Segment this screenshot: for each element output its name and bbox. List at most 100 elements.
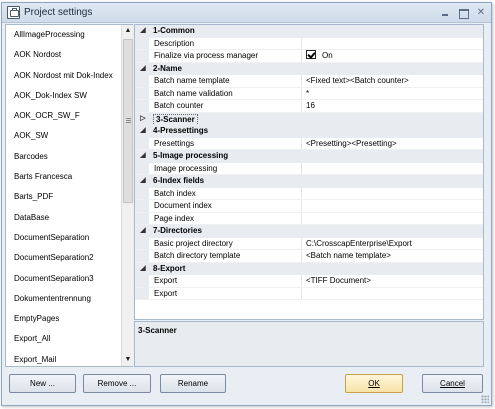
list-item[interactable]: Export_All — [6, 329, 121, 349]
list-item[interactable]: AllImageProcessing — [6, 25, 121, 45]
collapse-arrow-icon[interactable]: ◢ — [138, 25, 148, 38]
category-row[interactable]: ◢ 2-Name — [135, 62, 483, 76]
list-item[interactable]: AOK_SW — [6, 126, 121, 146]
remove-button[interactable]: Remove ... — [83, 374, 151, 393]
property-row[interactable]: Batch index — [135, 187, 483, 200]
title-bar: Project settings ✕ — [2, 3, 491, 23]
cancel-button[interactable]: Cancel — [422, 374, 483, 393]
collapse-arrow-icon[interactable]: ◢ — [138, 150, 148, 163]
scrollbar-thumb[interactable] — [123, 39, 133, 203]
list-item[interactable]: AOK_OCR_SW_F — [6, 106, 121, 126]
collapse-arrow-icon[interactable]: ◢ — [138, 63, 148, 76]
minimize-icon[interactable] — [439, 8, 451, 18]
description-title: 3-Scanner — [138, 326, 177, 335]
list-item[interactable]: DocumentSeparation — [6, 228, 121, 248]
property-name: Page index — [152, 212, 302, 224]
description-panel: 3-Scanner — [134, 321, 484, 367]
property-row[interactable]: Batch counter 16 — [135, 100, 483, 113]
list-item[interactable]: AOK Nordost mit Dok-Index — [6, 66, 121, 86]
collapse-arrow-icon[interactable]: ◢ — [138, 125, 148, 138]
list-item[interactable]: AOK Nordost — [6, 45, 121, 65]
scroll-up-arrow-icon[interactable]: ▲ — [124, 27, 132, 35]
scroll-down-arrow-icon[interactable]: ▼ — [124, 356, 132, 364]
property-row[interactable]: Page index — [135, 212, 483, 225]
property-name: Export — [152, 275, 302, 287]
row-gutter — [135, 137, 149, 149]
property-value[interactable]: C:\CrosscapEnterprise\Export — [304, 238, 412, 251]
row-gutter — [135, 200, 149, 212]
list-item[interactable]: Export_Mail — [6, 350, 121, 366]
property-row[interactable]: Export <TIFF Document> — [135, 275, 483, 288]
collapse-arrow-icon[interactable]: ◢ — [138, 263, 148, 276]
property-row[interactable]: Image processing — [135, 162, 483, 175]
property-name: Finalize via process manager — [152, 50, 302, 62]
project-list-items: AllImageProcessing AOK Nordost AOK Nordost… — [6, 25, 121, 366]
category-row[interactable]: ◢ 1-Common — [135, 25, 483, 38]
property-row[interactable]: Presettings <Presetting><Presetting> — [135, 137, 483, 151]
row-gutter — [135, 287, 149, 299]
project-list-scrollbar[interactable]: ▲ ▼ — [121, 25, 133, 366]
collapse-arrow-icon[interactable]: ◢ — [138, 175, 148, 188]
property-row[interactable]: Batch name validation * — [135, 87, 483, 101]
close-icon[interactable]: ✕ — [475, 8, 487, 18]
property-value[interactable]: <Fixed text><Batch counter> — [304, 75, 409, 88]
property-name: Batch index — [152, 187, 302, 199]
property-grid[interactable]: ◢ 1-Common Description Finalize via process… — [134, 24, 484, 320]
category-row[interactable]: ◢ 6-Index fields — [135, 175, 483, 188]
property-value[interactable]: <TIFF Document> — [304, 275, 371, 288]
resize-grip[interactable] — [481, 395, 489, 403]
category-label: 1-Common — [153, 26, 195, 35]
row-gutter — [135, 100, 149, 112]
property-name: Description — [152, 37, 302, 49]
row-gutter — [135, 275, 149, 287]
thumb-grip — [126, 118, 131, 119]
property-row[interactable]: Batch name template <Fixed text><Batch co… — [135, 75, 483, 88]
property-name: Batch name template — [152, 75, 302, 87]
property-row[interactable]: Finalize via process manager On — [135, 50, 483, 63]
property-row[interactable]: Description — [135, 37, 483, 50]
property-name: Batch directory template — [152, 250, 302, 262]
row-gutter — [135, 250, 149, 262]
project-list[interactable]: AllImageProcessing AOK Nordost AOK Nordost… — [5, 24, 133, 367]
property-value[interactable]: On — [304, 50, 333, 63]
property-value[interactable]: * — [304, 88, 309, 101]
row-gutter — [135, 212, 149, 224]
property-value[interactable]: 16 — [304, 100, 315, 113]
property-name: Document index — [152, 200, 302, 212]
new-button[interactable]: New ... — [9, 374, 76, 393]
expand-arrow-icon[interactable]: ▷ — [138, 113, 148, 126]
row-gutter — [135, 162, 149, 174]
property-name: Batch name validation — [152, 87, 302, 99]
list-item[interactable]: Barcodes — [6, 147, 121, 167]
category-row[interactable]: ◢ 7-Directories — [135, 225, 483, 238]
list-item[interactable]: Barts Francesca — [6, 167, 121, 187]
property-row[interactable]: Basic project directory C:\CrosscapEnterp… — [135, 237, 483, 251]
category-row[interactable]: ◢ 4-Pressettings — [135, 125, 483, 138]
property-row[interactable]: Batch directory template <Batch name temp… — [135, 250, 483, 263]
list-item[interactable]: EmptyPages — [6, 309, 121, 329]
category-label: 6-Index fields — [153, 176, 205, 185]
row-gutter — [135, 237, 149, 249]
list-item[interactable]: Barts_PDF — [6, 187, 121, 207]
list-item[interactable]: AOK_Dok-Index SW — [6, 86, 121, 106]
category-row[interactable]: ◢ 5-Image processing — [135, 150, 483, 163]
maximize-icon[interactable] — [457, 8, 469, 19]
list-item[interactable]: DocumentSeparation2 — [6, 248, 121, 268]
category-row[interactable]: ◢ 8-Export — [135, 262, 483, 276]
list-item[interactable]: Dokumententrennung — [6, 289, 121, 309]
rename-button[interactable]: Rename — [160, 374, 226, 393]
category-label: 8-Export — [153, 263, 186, 273]
category-row[interactable]: ▷ 3-Scanner — [135, 112, 483, 126]
property-name: Presettings — [152, 137, 302, 149]
checkbox[interactable] — [306, 50, 316, 59]
property-value[interactable]: <Batch name template> — [304, 250, 391, 263]
thumb-grip — [126, 122, 131, 123]
category-label: 2-Name — [153, 63, 182, 73]
list-item[interactable]: DocumentSeparation3 — [6, 269, 121, 289]
property-value[interactable]: <Presetting><Presetting> — [304, 138, 397, 151]
property-row[interactable]: Export — [135, 287, 483, 300]
collapse-arrow-icon[interactable]: ◢ — [138, 225, 148, 238]
property-row[interactable]: Document index — [135, 200, 483, 213]
list-item[interactable]: DataBase — [6, 208, 121, 228]
ok-button[interactable]: OK — [345, 374, 403, 393]
